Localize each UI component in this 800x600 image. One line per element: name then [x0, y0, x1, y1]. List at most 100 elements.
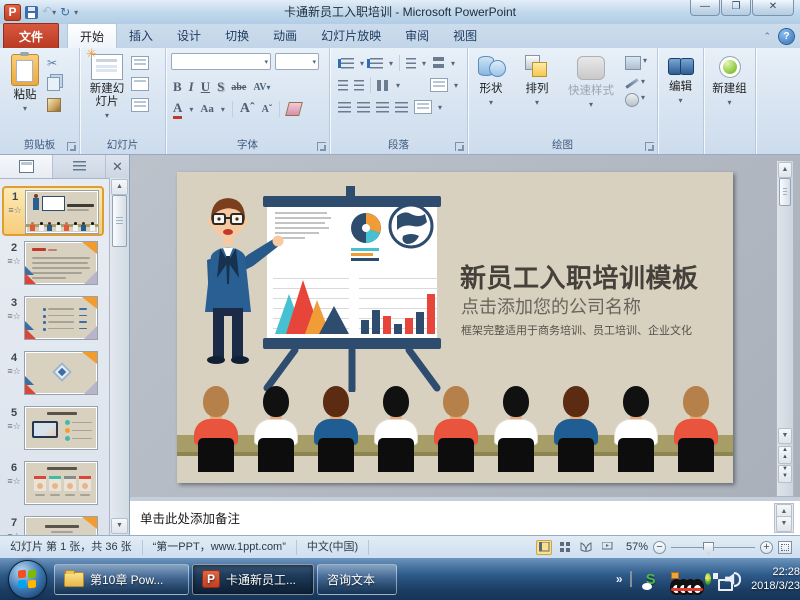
taskbar-task-1[interactable]: 第10章 Pow... [54, 564, 189, 595]
slideshow-view-icon[interactable] [599, 540, 615, 555]
decrease-indent-icon[interactable] [338, 80, 348, 91]
new-group-button[interactable]: 新建组▾ [707, 52, 752, 109]
panel-scroll-up-icon[interactable]: ▲ [111, 179, 128, 195]
slide-sorter-icon[interactable] [557, 540, 573, 555]
360-ball-icon[interactable]: + [705, 571, 711, 587]
slide-canvas[interactable]: 新员工入职培训模板 点击添加您的公司名称 框架完整适用于商务培训、员工培训、企业… [177, 172, 733, 483]
new-slide-button[interactable]: 新建幻灯片▾ [83, 52, 131, 138]
shapes-button[interactable]: 形状▾ [471, 52, 511, 138]
slide-thumbnail-7[interactable]: 7 ≡☆ [4, 516, 106, 535]
redo-icon[interactable]: ↻ [60, 5, 70, 19]
hidden-icons-chevron[interactable]: » [616, 572, 623, 586]
panel-scroll-thumb[interactable] [112, 195, 127, 247]
tab-file[interactable]: 文件 [3, 23, 59, 48]
help-icon[interactable]: ? [779, 29, 794, 44]
tab-审阅[interactable]: 审阅 [393, 23, 441, 48]
thumbnail-image[interactable] [24, 461, 98, 505]
text-shadow-button[interactable]: S [217, 79, 224, 95]
section-icon[interactable] [131, 98, 149, 112]
font-size-combo[interactable]: ▾ [275, 53, 319, 70]
bullets-icon[interactable] [341, 58, 354, 69]
text-direction-icon[interactable] [433, 57, 444, 70]
font-dialog-launcher[interactable] [317, 142, 326, 151]
zoom-in-icon[interactable]: + [760, 541, 773, 554]
thumbnail-image[interactable] [24, 516, 98, 535]
shrink-font-button[interactable]: Aˇ [262, 104, 273, 115]
scroll-thumb[interactable] [779, 178, 791, 206]
ime-keyboard-icon[interactable] [630, 572, 632, 586]
fit-to-window-icon[interactable] [778, 541, 792, 554]
tab-幻灯片放映[interactable]: 幻灯片放映 [309, 23, 393, 48]
reading-view-icon[interactable] [578, 540, 594, 555]
panel-scroll-down-icon[interactable]: ▼ [111, 518, 128, 534]
tab-设计[interactable]: 设计 [165, 23, 213, 48]
minimize-ribbon-icon[interactable]: ⌃ [763, 31, 771, 42]
character-spacing-button[interactable]: AV▾ [253, 82, 270, 93]
increase-indent-icon[interactable] [354, 80, 364, 91]
italic-button[interactable]: I [189, 79, 194, 95]
zoom-level[interactable]: 57% [620, 541, 648, 553]
next-slide-icon[interactable]: ▼▼ [778, 465, 792, 483]
strikethrough-button[interactable]: abe [231, 82, 246, 93]
bold-button[interactable]: B [173, 79, 182, 95]
thumbnail-image[interactable] [24, 406, 98, 450]
reset-icon[interactable] [131, 77, 149, 91]
tab-插入[interactable]: 插入 [117, 23, 165, 48]
tab-outline[interactable] [53, 155, 106, 178]
zoom-out-icon[interactable]: − [653, 541, 666, 554]
scroll-up-icon[interactable]: ▲ [778, 162, 792, 178]
thumbnail-image[interactable] [24, 296, 98, 340]
notes-scroll-down-icon[interactable]: ▼ [776, 516, 792, 532]
main-scrollbar[interactable]: ▲ ▼ ▲▲ ▼▼ [776, 160, 794, 497]
start-button[interactable] [9, 561, 46, 598]
quick-styles-button[interactable]: 快速样式▾ [563, 52, 619, 138]
slide-thumbnail-3[interactable]: 3 ≡☆ [4, 296, 106, 346]
slide-thumbnail-5[interactable]: 5 ≡☆ [4, 406, 106, 456]
notes-scrollbar[interactable]: ▲ ▼ [774, 503, 794, 533]
tab-切换[interactable]: 切换 [213, 23, 261, 48]
thumbnail-image[interactable] [24, 241, 98, 285]
maximize-button[interactable]: ❐ [721, 0, 751, 16]
grow-font-button[interactable]: Aˆ [240, 101, 255, 117]
panel-scrollbar[interactable]: ▲ ▼ [109, 178, 129, 535]
tab-动画[interactable]: 动画 [261, 23, 309, 48]
smartart-convert-icon[interactable] [430, 78, 448, 92]
slide-thumbnail-6[interactable]: 6 ≡☆ [4, 461, 106, 511]
powerpoint-app-icon[interactable]: P [4, 4, 21, 21]
align-right-icon[interactable] [376, 102, 389, 113]
tab-开始[interactable]: 开始 [67, 23, 117, 48]
taskbar-task-3[interactable]: 咨询文本 [317, 564, 397, 595]
arrange-button[interactable]: 排列▾ [517, 52, 557, 138]
font-color-button[interactable]: A [173, 100, 182, 119]
shape-effects-icon[interactable] [625, 93, 639, 107]
scroll-down-icon[interactable]: ▼ [778, 428, 792, 444]
taskbar-task-2[interactable]: P卡通新员工... [192, 564, 314, 595]
language-indicator[interactable]: 中文(中国) [297, 540, 369, 555]
tab-slides-thumbnails[interactable] [0, 155, 53, 178]
format-painter-icon[interactable] [47, 98, 61, 112]
paragraph-dialog-launcher[interactable] [455, 142, 464, 151]
clipboard-dialog-launcher[interactable] [67, 142, 76, 151]
qat-dropdown-icon[interactable]: ▾ [74, 8, 78, 17]
normal-view-icon[interactable] [536, 540, 552, 555]
thumbnail-image[interactable] [25, 190, 99, 234]
editing-button[interactable]: 编辑▾ [661, 52, 700, 107]
shape-fill-icon[interactable] [625, 56, 641, 70]
save-icon[interactable] [25, 6, 38, 19]
thumbnail-image[interactable] [24, 351, 98, 395]
slide-thumbnail-1[interactable]: 1 ≡☆ [2, 186, 104, 236]
taskbar-clock[interactable]: 22:28 2018/3/23 [747, 565, 800, 593]
cut-icon[interactable]: ✂ [47, 56, 61, 70]
align-left-icon[interactable] [338, 102, 351, 113]
close-button[interactable]: ✕ [752, 0, 794, 16]
numbering-icon[interactable] [370, 58, 383, 69]
zoom-slider-thumb[interactable] [703, 542, 714, 555]
notes-pane[interactable]: 单击此处添加备注 ▲ ▼ [130, 497, 800, 535]
undo-icon[interactable]: ↶▾ [42, 4, 56, 20]
layout-icon[interactable] [131, 56, 149, 70]
previous-slide-icon[interactable]: ▲▲ [778, 446, 792, 464]
shape-outline-icon[interactable] [625, 78, 638, 88]
font-name-combo[interactable]: ▾ [171, 53, 271, 70]
minimize-button[interactable]: — [690, 0, 720, 16]
drawing-dialog-launcher[interactable] [645, 142, 654, 151]
